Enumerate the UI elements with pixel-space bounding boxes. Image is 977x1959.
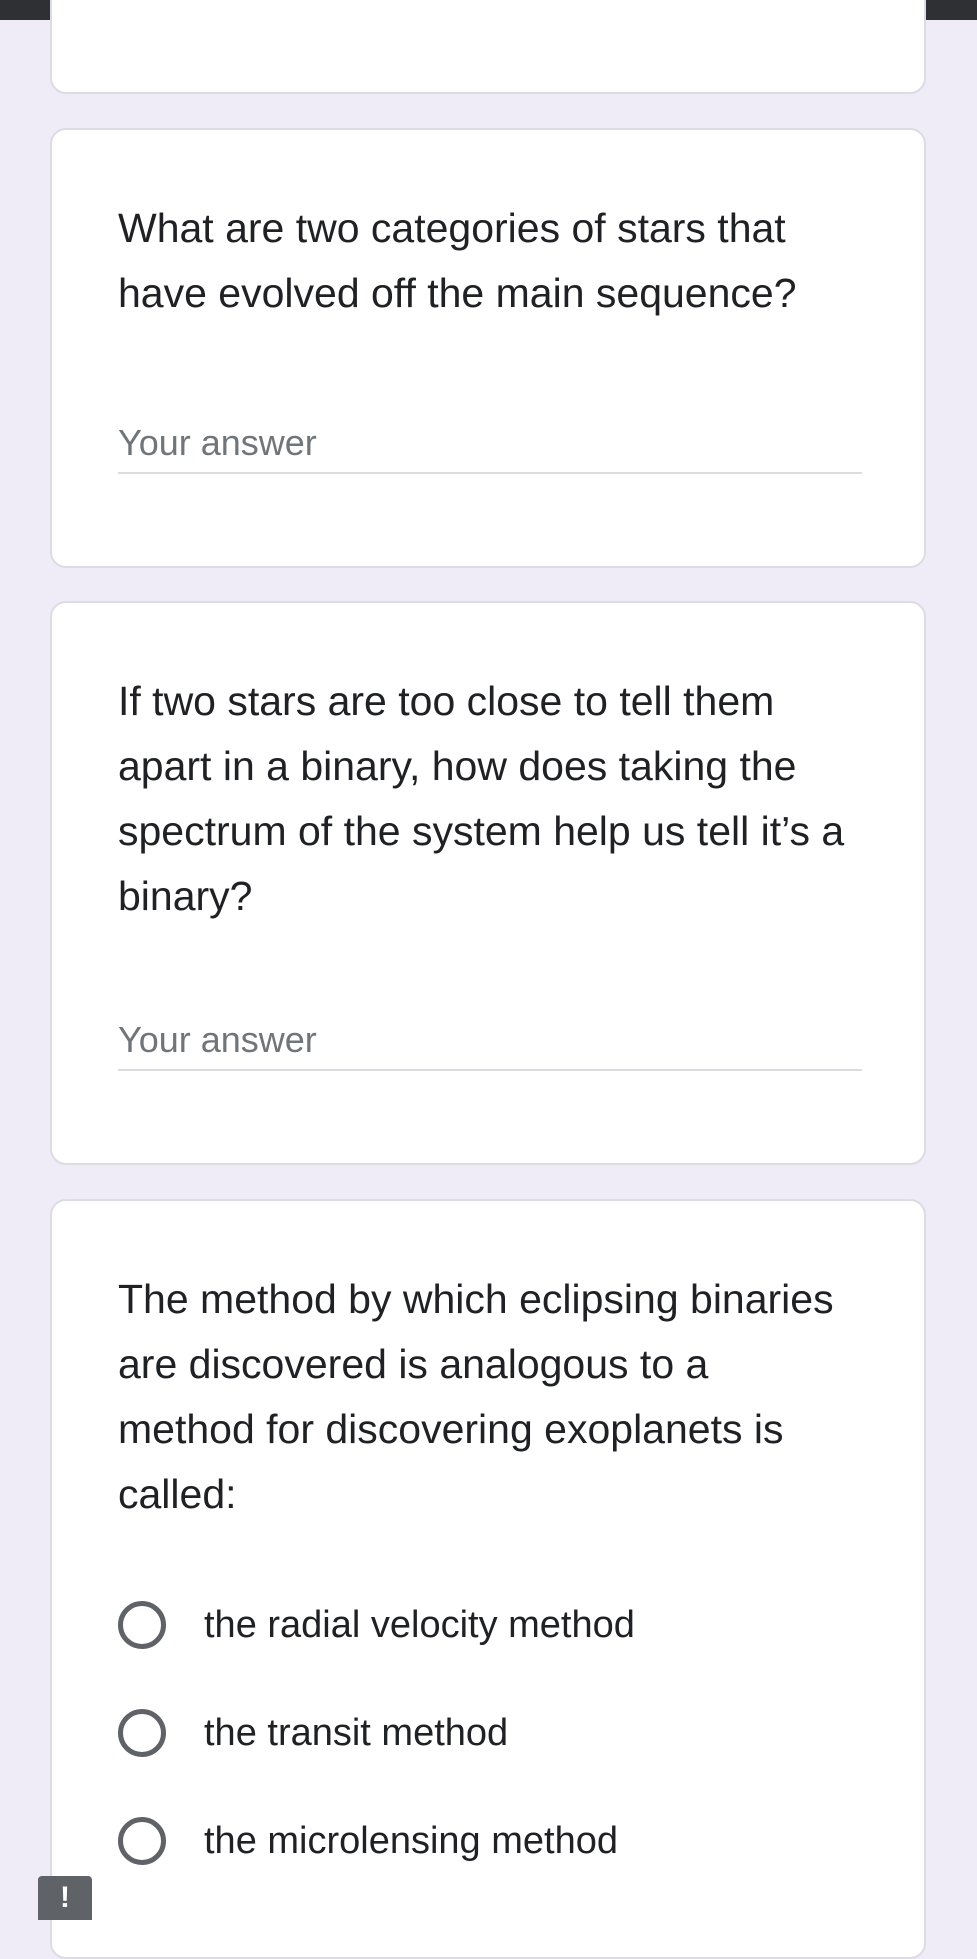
radio-option[interactable]: the transit method [118,1703,508,1763]
question-text: The method by which eclipsing binaries a… [118,1276,834,1517]
answer-input[interactable] [118,414,862,472]
question-text: If two stars are too close to tell them … [118,678,845,919]
answer-input[interactable] [118,1011,862,1069]
answer-field[interactable] [118,414,862,474]
radio-button[interactable] [118,1817,166,1865]
radio-button[interactable] [118,1601,166,1649]
question-card-2: If two stars are too close to tell them … [50,601,926,1165]
question-card-1: What are two categories of stars that ha… [50,128,926,568]
option-label: the radial velocity method [204,1603,635,1646]
radio-option[interactable]: the microlensing method [118,1811,618,1871]
question-text: What are two categories of stars that ha… [118,205,797,316]
answer-field[interactable] [118,1011,862,1071]
option-label: the microlensing method [204,1819,618,1862]
report-button[interactable]: ! [38,1876,92,1920]
question-card-3: The method by which eclipsing binaries a… [50,1199,926,1959]
radio-option[interactable]: the radial velocity method [118,1595,635,1655]
radio-button[interactable] [118,1709,166,1757]
option-label: the transit method [204,1711,509,1754]
previous-question-card [50,0,926,94]
